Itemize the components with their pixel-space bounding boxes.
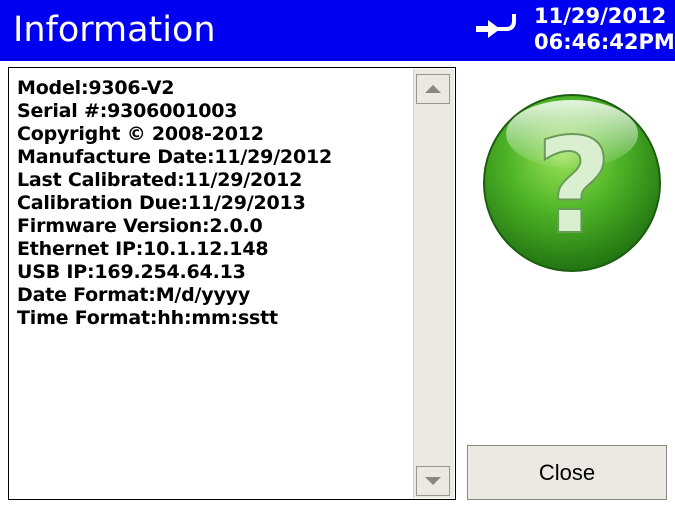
info-text-area: Model:9306-V2 Serial #:9306001003 Copyrigh… — [11, 70, 411, 498]
info-line: Last Calibrated:11/29/2012 — [17, 169, 303, 191]
info-line: Manufacture Date:11/29/2012 — [17, 146, 333, 168]
date-text: 11/29/2012 — [534, 4, 667, 28]
datetime-display: 11/29/2012 06:46:42PM — [534, 3, 675, 55]
info-line: Serial #:9306001003 — [17, 100, 238, 122]
info-line: Date Format:M/d/yyyy — [17, 284, 251, 306]
info-line: Ethernet IP:10.1.12.148 — [17, 238, 269, 260]
close-button[interactable]: Close — [467, 445, 667, 500]
info-line: Copyright © 2008-2012 — [17, 123, 264, 145]
info-listbox[interactable]: Model:9306-V2 Serial #:9306001003 Copyrigh… — [8, 67, 456, 500]
svg-text:?: ? — [536, 110, 613, 264]
info-line: Calibration Due:11/29/2013 — [17, 192, 306, 214]
question-mark-icon: ? — [483, 94, 661, 272]
scroll-up-button[interactable] — [416, 74, 450, 104]
info-line: Time Format:hh:mm:sstt — [17, 307, 278, 329]
time-text: 06:46:42PM — [534, 30, 675, 54]
scroll-up-arrow-icon — [425, 85, 441, 93]
window-title: Information — [13, 10, 216, 50]
plug-connected-icon — [476, 14, 516, 38]
info-line: Firmware Version:2.0.0 — [17, 215, 263, 237]
scroll-down-arrow-icon — [425, 477, 441, 485]
info-line: Model:9306-V2 — [17, 77, 175, 99]
title-bar: Information 11/29/2012 06:46:42PM — [0, 0, 675, 61]
scroll-down-button[interactable] — [416, 466, 450, 496]
vertical-scrollbar[interactable] — [413, 69, 454, 498]
info-line: USB IP:169.254.64.13 — [17, 261, 246, 283]
